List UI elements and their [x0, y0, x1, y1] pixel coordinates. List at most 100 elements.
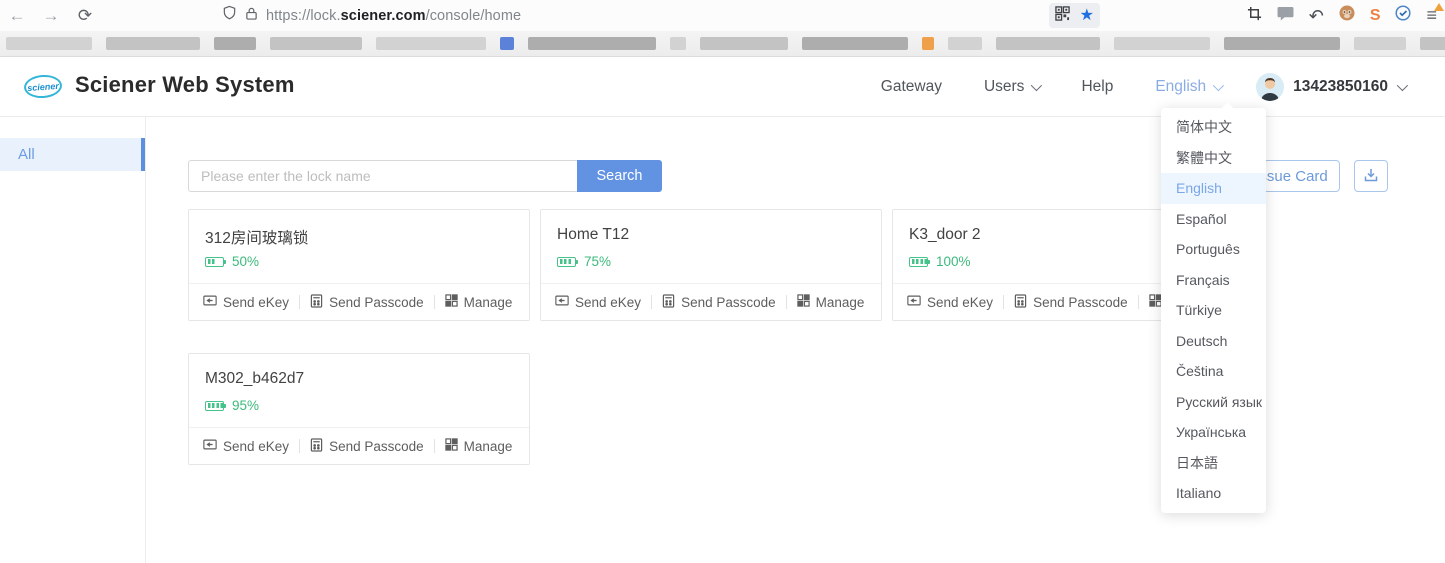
- language-option-selected[interactable]: English: [1161, 173, 1266, 204]
- bookmark-redacted[interactable]: [802, 37, 908, 50]
- divider: [433, 295, 435, 309]
- bookmarks-bar: [0, 31, 1445, 57]
- bookmark-redacted[interactable]: [1420, 37, 1445, 50]
- lock-name: Home T12: [557, 226, 630, 243]
- language-option[interactable]: 简体中文: [1161, 112, 1266, 143]
- language-option[interactable]: Italiano: [1161, 478, 1266, 509]
- search-input[interactable]: [188, 160, 577, 192]
- card-actions: Send eKey Send Passcode Manage: [189, 427, 529, 464]
- battery-icon: [205, 400, 226, 411]
- language-option[interactable]: Čeština: [1161, 356, 1266, 387]
- chevron-down-icon: [1212, 79, 1225, 92]
- check-extension-icon[interactable]: [1395, 5, 1412, 26]
- send-passcode-button[interactable]: Send Passcode: [662, 293, 776, 311]
- bookmark-redacted[interactable]: [1114, 37, 1210, 50]
- bookmark-redacted[interactable]: [700, 37, 788, 50]
- download-button[interactable]: [1354, 160, 1388, 192]
- qr-code-icon[interactable]: [1054, 5, 1070, 26]
- browser-toolbar: ← → ⟳ https://lock.sciener.com/console/h…: [0, 0, 1445, 31]
- monkey-extension-icon[interactable]: [1339, 5, 1355, 26]
- send-ekey-button[interactable]: Send eKey: [203, 438, 289, 454]
- nav-help[interactable]: Help: [1060, 78, 1134, 96]
- send-passcode-button[interactable]: Send Passcode: [1014, 293, 1128, 311]
- grid-icon: [444, 294, 458, 310]
- bookmark-star-icon[interactable]: ★: [1080, 7, 1094, 24]
- lock-icon[interactable]: [245, 6, 258, 26]
- bookmark-redacted[interactable]: [670, 37, 686, 50]
- send-passcode-button[interactable]: Send Passcode: [310, 293, 424, 311]
- bookmark-redacted[interactable]: [376, 37, 486, 50]
- bookmark-redacted[interactable]: [214, 37, 256, 50]
- battery-status: 50%: [205, 254, 259, 269]
- language-option[interactable]: Українська: [1161, 417, 1266, 448]
- update-badge-icon: [1434, 3, 1444, 11]
- lock-card[interactable]: 312房间玻璃锁 50% Send eKey Send Passcode Man…: [188, 209, 530, 321]
- chat-extension-icon[interactable]: [1277, 6, 1294, 26]
- passcode-icon: [310, 293, 323, 311]
- bookmark-redacted[interactable]: [1354, 37, 1406, 50]
- chevron-down-icon: [1396, 79, 1409, 92]
- ekey-icon: [203, 438, 217, 454]
- shield-icon[interactable]: [222, 5, 237, 26]
- battery-percentage: 75%: [584, 254, 612, 269]
- send-passcode-button[interactable]: Send Passcode: [310, 437, 424, 455]
- divider: [785, 295, 787, 309]
- extensions-area: ↶ S ≡: [1247, 0, 1444, 31]
- card-actions: Send eKey Send Passcode Manage: [189, 283, 529, 320]
- send-ekey-button[interactable]: Send eKey: [907, 294, 993, 310]
- passcode-icon: [662, 293, 675, 311]
- language-option[interactable]: Español: [1161, 204, 1266, 235]
- address-bar[interactable]: https://lock.sciener.com/console/home: [212, 3, 531, 28]
- divider: [433, 439, 435, 453]
- language-option[interactable]: Deutsch: [1161, 326, 1266, 357]
- manage-button[interactable]: Manage: [444, 438, 512, 454]
- bookmark-redacted[interactable]: [528, 37, 656, 50]
- forward-icon[interactable]: →: [34, 6, 68, 26]
- bookmark-redacted[interactable]: [270, 37, 362, 50]
- battery-icon: [557, 256, 578, 267]
- language-option[interactable]: Français: [1161, 265, 1266, 296]
- battery-status: 95%: [205, 398, 259, 413]
- language-option[interactable]: Русский язык: [1161, 387, 1266, 418]
- nav-users[interactable]: Users: [963, 78, 1060, 96]
- battery-percentage: 95%: [232, 398, 260, 413]
- sciener-logo: sciener: [23, 73, 63, 100]
- lock-card[interactable]: Home T12 75% Send eKey Send Passcode Man…: [540, 209, 882, 321]
- lock-card[interactable]: M302_b462d7 95% Send eKey Send Passcode: [188, 353, 530, 465]
- browser-menu-icon[interactable]: ≡: [1426, 3, 1444, 26]
- avatar: [1256, 73, 1285, 101]
- send-ekey-button[interactable]: Send eKey: [203, 294, 289, 310]
- undo-extension-icon[interactable]: ↶: [1309, 7, 1324, 25]
- grid-icon: [444, 438, 458, 454]
- crop-extension-icon[interactable]: [1247, 6, 1262, 26]
- bookmark-redacted[interactable]: [1224, 37, 1340, 50]
- search-button[interactable]: Search: [577, 160, 662, 192]
- bookmark-redacted[interactable]: [500, 37, 514, 50]
- sidebar-item-all[interactable]: All: [0, 138, 145, 171]
- sciener-extension-icon[interactable]: S: [1370, 7, 1381, 25]
- bookmark-redacted[interactable]: [922, 37, 934, 50]
- download-icon: [1363, 167, 1379, 186]
- bookmark-redacted[interactable]: [948, 37, 982, 50]
- bookmark-redacted[interactable]: [6, 37, 92, 50]
- manage-button[interactable]: Manage: [796, 294, 864, 310]
- battery-icon: [909, 256, 930, 267]
- account-menu[interactable]: 13423850160: [1256, 73, 1409, 101]
- language-option[interactable]: 繁體中文: [1161, 143, 1266, 174]
- account-phone: 13423850160: [1293, 78, 1388, 95]
- ekey-icon: [203, 294, 217, 310]
- grid-icon: [796, 294, 810, 310]
- language-option[interactable]: Português: [1161, 234, 1266, 265]
- bookmark-redacted[interactable]: [996, 37, 1100, 50]
- manage-button[interactable]: Manage: [444, 294, 512, 310]
- send-ekey-button[interactable]: Send eKey: [555, 294, 641, 310]
- nav-language[interactable]: English: [1134, 78, 1242, 96]
- language-option[interactable]: 日本語: [1161, 448, 1266, 479]
- language-option[interactable]: Türkiye: [1161, 295, 1266, 326]
- nav-gateway[interactable]: Gateway: [860, 78, 963, 96]
- reload-icon[interactable]: ⟳: [68, 6, 102, 26]
- back-icon[interactable]: ←: [0, 6, 34, 26]
- sidebar: All: [0, 117, 146, 563]
- page-title: Sciener Web System: [75, 72, 295, 97]
- bookmark-redacted[interactable]: [106, 37, 200, 50]
